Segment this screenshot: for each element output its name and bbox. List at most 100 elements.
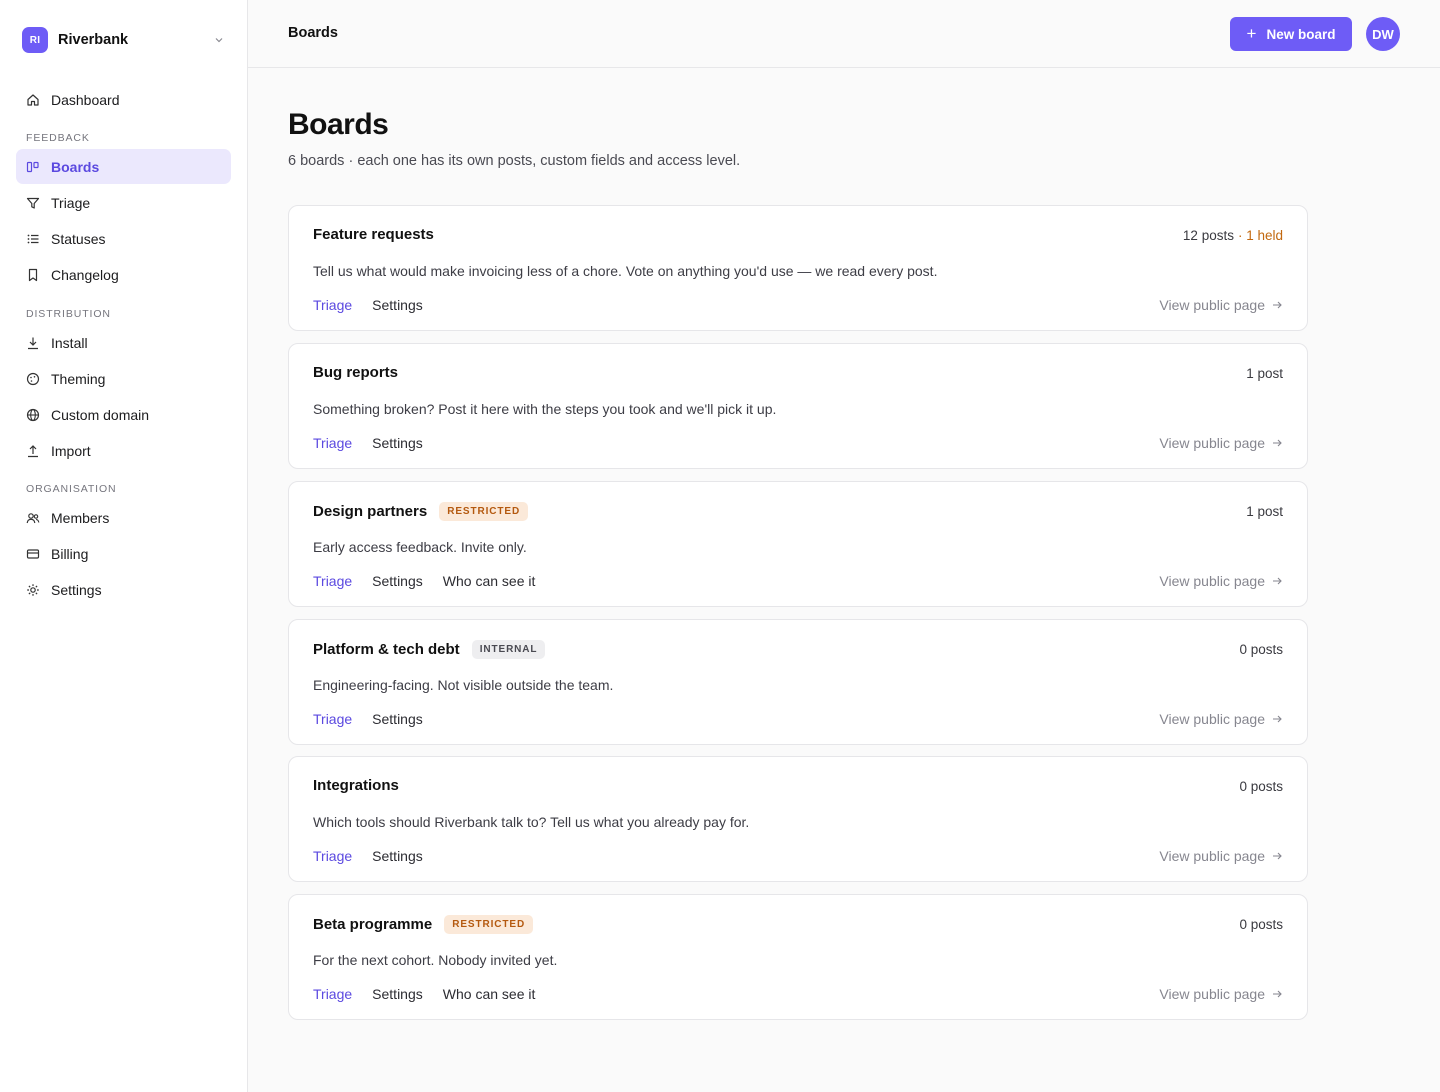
arrow-right-icon: [1273, 439, 1282, 447]
triage-link[interactable]: Triage: [313, 297, 352, 313]
boards-icon: [26, 161, 39, 172]
sidebar-item-label: Settings: [51, 581, 102, 598]
sidebar-item-dashboard[interactable]: Dashboard: [16, 82, 231, 117]
post-count: 0 posts: [1239, 779, 1283, 794]
board-card: Bug reports 1 post Something broken? Pos…: [288, 343, 1308, 469]
view-public-page-link[interactable]: View public page: [1159, 986, 1283, 1002]
view-public-page-link[interactable]: View public page: [1159, 435, 1283, 451]
board-post-count: 12 posts · 1 held: [1183, 228, 1283, 243]
sidebar-item-install[interactable]: Install: [16, 325, 231, 360]
sidebar-item-theming[interactable]: Theming: [16, 361, 231, 396]
restricted-badge: RESTRICTED: [439, 502, 529, 521]
settings-link[interactable]: Settings: [372, 848, 423, 864]
view-public-page-link[interactable]: View public page: [1159, 297, 1283, 313]
board-name: Beta programme: [313, 916, 433, 933]
sidebar-item-label: Theming: [51, 370, 106, 387]
triage-link[interactable]: Triage: [313, 435, 352, 451]
view-public-page-link[interactable]: View public page: [1159, 573, 1283, 589]
board-description: Tell us what would make invoicing less o…: [313, 263, 938, 279]
board-description: Which tools should Riverbank talk to? Te…: [313, 814, 750, 830]
avatar[interactable]: DW: [1366, 17, 1400, 51]
globe-icon: [26, 408, 40, 421]
board-card: Integrations 0 posts Which tools should …: [288, 756, 1308, 882]
sidebar-item-triage[interactable]: Triage: [16, 185, 231, 220]
who-can-see-it-link[interactable]: Who can see it: [443, 986, 536, 1002]
post-count: 1 post: [1246, 366, 1283, 381]
who-can-see-it-link[interactable]: Who can see it: [443, 573, 536, 589]
board-card: Beta programme RESTRICTED 0 posts For th…: [288, 894, 1308, 1020]
download-icon: [28, 337, 38, 349]
post-count: 1 post: [1246, 504, 1283, 519]
topbar: Boards + New board DW: [248, 0, 1440, 68]
restricted-badge: RESTRICTED: [444, 915, 534, 934]
board-card: Feature requests 12 posts · 1 held Tell …: [288, 205, 1308, 331]
board-description: Engineering-facing. Not visible outside …: [313, 677, 614, 693]
chevron-down-icon: [215, 38, 223, 43]
users-icon: [26, 512, 40, 523]
board-name: Feature requests: [313, 226, 434, 243]
post-count: 0 posts: [1239, 917, 1283, 932]
list-icon: [27, 234, 39, 243]
post-count: 0 posts: [1239, 642, 1283, 657]
board-name: Bug reports: [313, 364, 399, 381]
board-post-count: 1 post: [1246, 366, 1283, 381]
triage-link[interactable]: Triage: [313, 711, 352, 727]
sidebar-item-label: Custom domain: [51, 406, 150, 423]
board-name: Design partners: [313, 503, 428, 520]
new-board-label: New board: [1266, 26, 1336, 42]
sidebar-item-billing[interactable]: Billing: [16, 536, 231, 571]
settings-link[interactable]: Settings: [372, 986, 423, 1002]
board-post-count: 1 post: [1246, 504, 1283, 519]
sidebar-item-boards[interactable]: Boards: [16, 149, 231, 184]
sidebar-item-members[interactable]: Members: [16, 500, 231, 535]
board-card: Platform & tech debt INTERNAL 0 posts En…: [288, 619, 1308, 745]
arrow-right-icon: [1273, 577, 1282, 585]
view-public-page-link[interactable]: View public page: [1159, 848, 1283, 864]
internal-badge: INTERNAL: [471, 640, 546, 659]
board-post-count: 0 posts: [1239, 642, 1283, 657]
sidebar-item-label: Billing: [51, 545, 89, 562]
view-public-page-link[interactable]: View public page: [1159, 711, 1283, 727]
settings-link[interactable]: Settings: [372, 711, 423, 727]
page-title: Boards: [288, 108, 389, 141]
sidebar-item-custom-domain[interactable]: Custom domain: [16, 397, 231, 432]
sidebar-item-settings[interactable]: Settings: [16, 572, 231, 607]
settings-link[interactable]: Settings: [372, 297, 423, 313]
settings-link[interactable]: Settings: [372, 573, 423, 589]
sidebar-item-label: Import: [51, 442, 91, 459]
sidebar-item-label: Changelog: [51, 266, 119, 283]
post-count: 12 posts: [1182, 228, 1234, 243]
held-count[interactable]: · 1 held: [1238, 228, 1283, 243]
triage-link[interactable]: Triage: [313, 986, 352, 1002]
view-public-label: View public page: [1159, 573, 1265, 589]
sidebar-item-import[interactable]: Import: [16, 433, 231, 468]
triage-link[interactable]: Triage: [313, 573, 352, 589]
sidebar-item-label: Statuses: [51, 230, 106, 247]
sidebar-item-changelog[interactable]: Changelog: [16, 257, 231, 292]
arrow-right-icon: [1273, 715, 1282, 723]
board-post-count: 0 posts: [1239, 917, 1283, 932]
nav-section-distribution: DISTRIBUTION: [26, 308, 111, 320]
nav-section-feedback: FEEDBACK: [26, 132, 90, 144]
new-board-button[interactable]: + New board: [1230, 17, 1352, 51]
sidebar-item-statuses[interactable]: Statuses: [16, 221, 231, 256]
page-subtitle: 6 boards · each one has its own posts, c…: [288, 153, 741, 169]
board-name: Platform & tech debt: [313, 641, 460, 658]
sidebar-item-label: Install: [51, 334, 88, 351]
bookmark-icon: [28, 268, 38, 281]
sidebar: RI Riverbank Dashboard FEEDBACK Boards T…: [0, 0, 248, 1092]
arrow-right-icon: [1273, 852, 1282, 860]
gear-icon: [27, 583, 39, 596]
view-public-label: View public page: [1159, 711, 1265, 727]
palette-icon: [26, 372, 40, 385]
view-public-label: View public page: [1159, 848, 1265, 864]
workspace-switcher[interactable]: RI Riverbank: [22, 27, 228, 53]
board-name: Integrations: [313, 777, 399, 794]
board-description: Early access feedback. Invite only.: [313, 539, 527, 555]
arrow-right-icon: [1273, 301, 1282, 309]
board-card: Design partners RESTRICTED 1 post Early …: [288, 481, 1308, 607]
sidebar-item-label: Boards: [51, 158, 100, 175]
triage-link[interactable]: Triage: [313, 848, 352, 864]
view-public-label: View public page: [1159, 435, 1265, 451]
settings-link[interactable]: Settings: [372, 435, 423, 451]
